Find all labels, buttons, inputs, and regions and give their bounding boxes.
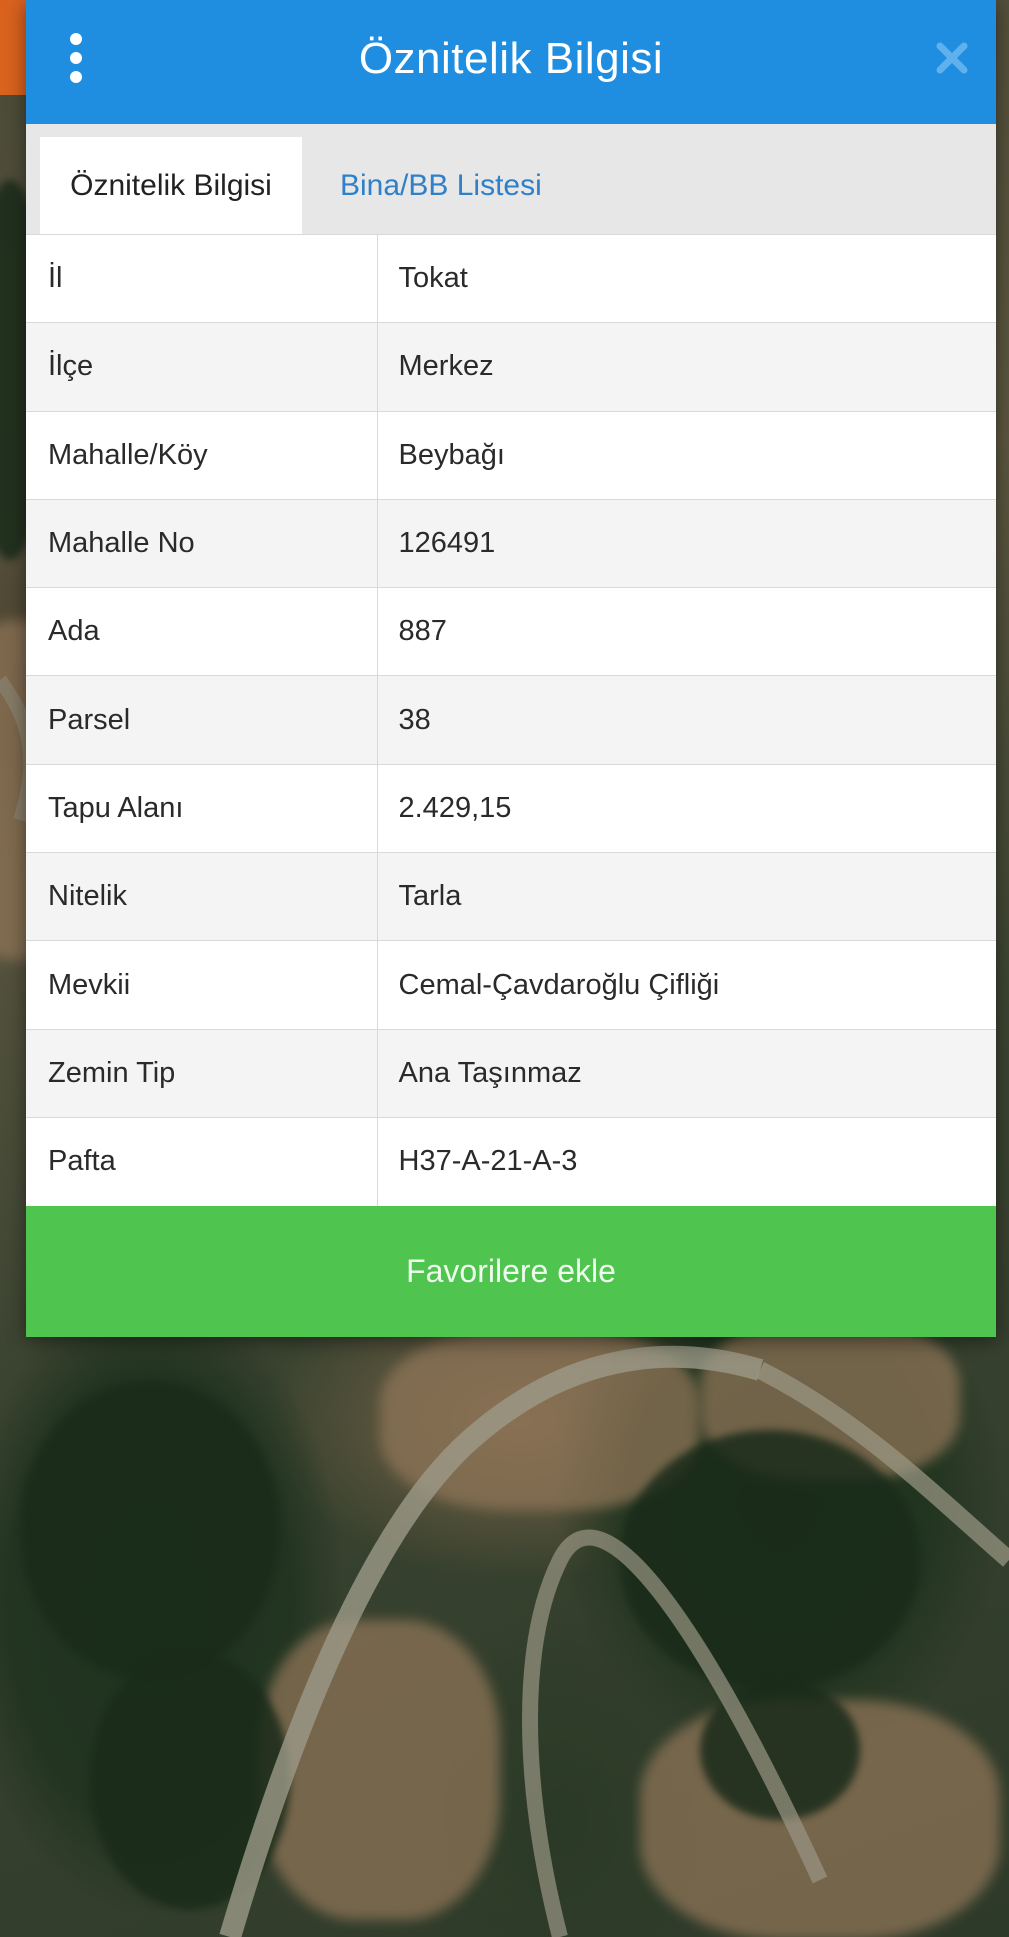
- attribute-key: Parsel: [26, 675, 378, 765]
- table-row: Ada 887: [26, 587, 996, 676]
- tab-attribute-info[interactable]: Öznitelik Bilgisi: [40, 137, 302, 234]
- attribute-value: Ana Taşınmaz: [377, 1028, 996, 1118]
- attribute-value: 887: [377, 587, 996, 676]
- attribute-value: Merkez: [377, 322, 996, 412]
- add-to-favorites-button[interactable]: Favorilere ekle: [26, 1206, 996, 1337]
- table-row: Tapu Alanı 2.429,15: [26, 763, 996, 853]
- attribute-key: Ada: [26, 587, 378, 676]
- table-row: Mahalle/Köy Beybağı: [26, 410, 996, 500]
- attribute-value: Tokat: [377, 233, 996, 323]
- dialog-title: Öznitelik Bilgisi: [358, 34, 664, 83]
- attribute-key: Pafta: [26, 1116, 378, 1206]
- attribute-value: 2.429,15: [377, 763, 996, 853]
- table-row: Mahalle No 126491: [26, 498, 996, 588]
- table-row: Parsel 38: [26, 675, 996, 765]
- attribute-value: Tarla: [377, 852, 996, 941]
- attribute-table: İl Tokat İlçe Merkez Mahalle/Köy Beybağı…: [26, 233, 996, 1206]
- attribute-key: Zemin Tip: [26, 1028, 378, 1118]
- table-row: İl Tokat: [26, 233, 996, 323]
- vertical-dots-icon[interactable]: [64, 28, 88, 88]
- attribute-key: Mevkii: [26, 940, 378, 1030]
- table-row: Nitelik Tarla: [26, 852, 996, 941]
- attribute-key: Mahalle/Köy: [26, 410, 378, 500]
- dialog-header: Öznitelik Bilgisi: [26, 0, 996, 124]
- attribute-value: Beybağı: [377, 410, 996, 500]
- attribute-info-dialog: Öznitelik Bilgisi Öznitelik Bilgisi Bina…: [26, 0, 996, 1337]
- attribute-value: H37-A-21-A-3: [377, 1116, 996, 1206]
- attribute-value: Cemal-Çavdaroğlu Çifliği: [377, 940, 996, 1030]
- attribute-key: Nitelik: [26, 852, 378, 941]
- tab-building-list[interactable]: Bina/BB Listesi: [316, 137, 566, 234]
- attribute-key: Tapu Alanı: [26, 763, 378, 853]
- attribute-key: İl: [26, 233, 378, 323]
- table-row: Mevkii Cemal-Çavdaroğlu Çifliği: [26, 940, 996, 1030]
- attribute-key: İlçe: [26, 322, 378, 412]
- attribute-value: 126491: [377, 498, 996, 588]
- map-toolbar-edge: [0, 0, 26, 95]
- table-row: Zemin Tip Ana Taşınmaz: [26, 1028, 996, 1118]
- table-row: İlçe Merkez: [26, 322, 996, 412]
- attribute-key: Mahalle No: [26, 498, 378, 588]
- tab-bar: Öznitelik Bilgisi Bina/BB Listesi: [26, 124, 996, 234]
- close-icon[interactable]: [932, 38, 972, 78]
- attribute-value: 38: [377, 675, 996, 765]
- table-row: Pafta H37-A-21-A-3: [26, 1116, 996, 1206]
